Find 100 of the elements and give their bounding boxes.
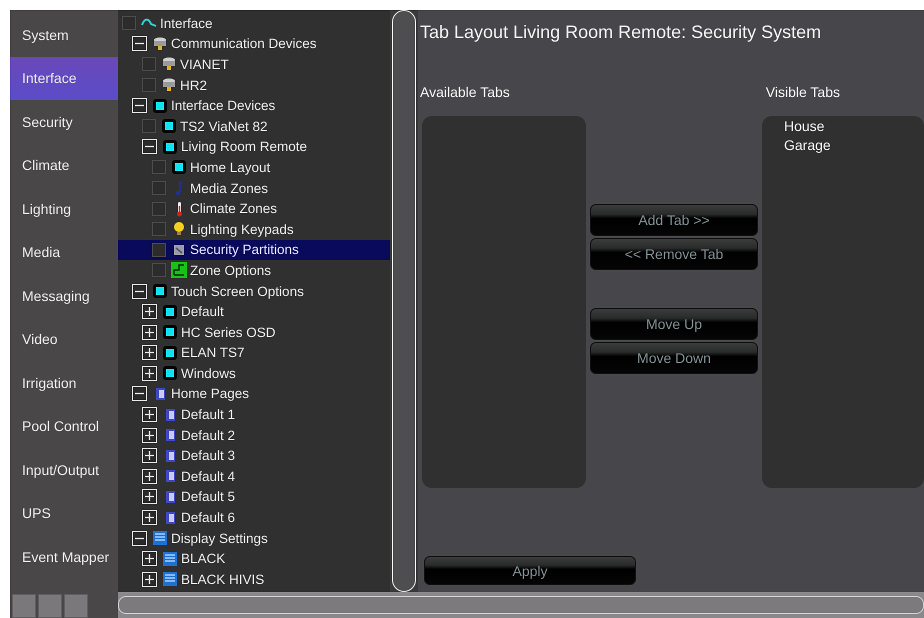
collapse-toggle[interactable] <box>132 36 147 52</box>
expand-toggle[interactable] <box>142 428 157 443</box>
screen-icon <box>162 138 178 155</box>
tree-item[interactable]: Lighting Keypads <box>118 218 390 240</box>
tree-item-label: Living Room Remote <box>181 139 308 154</box>
expand-toggle[interactable] <box>142 366 157 381</box>
sidebar-item[interactable]: Climate <box>10 144 118 187</box>
tree-item[interactable]: Touch Screen Options <box>118 280 390 302</box>
tree-item[interactable]: Home Layout <box>118 157 390 178</box>
expand-toggle[interactable] <box>142 551 157 566</box>
plus-icon <box>145 492 154 502</box>
sidebar-item[interactable]: Pool Control <box>10 404 118 448</box>
tree-item[interactable]: Security Partitions <box>118 240 390 260</box>
device-icon <box>152 36 168 52</box>
tree-item-label: Interface Devices <box>171 98 276 114</box>
tree-item[interactable]: Default 5 <box>118 486 390 508</box>
tree-item-label: TS2 ViaNet 82 <box>180 118 268 134</box>
sidebar-item[interactable]: Media <box>10 230 118 274</box>
expand-toggle[interactable] <box>142 510 157 526</box>
tree-checkbox[interactable] <box>152 181 166 196</box>
tree-item[interactable]: HR2 <box>118 74 390 96</box>
tree-item[interactable]: Home Pages <box>118 384 390 404</box>
tree-item-label: BLACK <box>181 551 226 566</box>
tree-checkbox[interactable] <box>152 160 166 174</box>
tree-item[interactable]: Communication Devices <box>118 34 390 54</box>
tree-item[interactable]: Default 2 <box>118 424 390 446</box>
tree-item[interactable]: Display Settings <box>118 528 390 548</box>
tree-item[interactable]: TS2 ViaNet 82 <box>118 116 390 137</box>
screen-icon <box>162 344 178 361</box>
expand-toggle[interactable] <box>142 324 157 340</box>
tree-checkbox[interactable] <box>152 202 166 216</box>
tree-item[interactable]: Default 3 <box>118 445 390 466</box>
screen-icon <box>152 98 168 114</box>
tree-item[interactable]: Interface Devices <box>118 95 390 116</box>
bulb-icon <box>171 221 187 238</box>
visible-tab-item[interactable]: Garage <box>784 137 924 153</box>
sidebar-item[interactable]: Input/Output <box>10 448 118 492</box>
tree-item[interactable]: Media Zones <box>118 178 390 198</box>
sidebar-item[interactable]: Security <box>10 100 118 144</box>
tree-item[interactable]: Default 4 <box>118 466 390 487</box>
display-icon <box>162 571 178 588</box>
tree-item-label: HR2 <box>180 78 208 93</box>
tree-item-label: Media Zones <box>190 180 268 196</box>
tree-item-label: Default 5 <box>181 489 236 504</box>
collapse-toggle[interactable] <box>132 386 147 402</box>
sidebar-item[interactable]: Video <box>10 318 118 361</box>
tree-checkbox[interactable] <box>142 57 156 72</box>
tree-item[interactable]: Living Room Remote <box>118 136 390 158</box>
sidebar-item[interactable]: UPS <box>10 492 118 535</box>
vertical-scrollbar[interactable] <box>392 10 416 592</box>
tree-item[interactable]: BLACK <box>118 548 390 570</box>
display-icon <box>152 530 168 546</box>
collapse-toggle[interactable] <box>142 139 157 154</box>
sidebar-item[interactable]: Irrigation <box>10 361 118 404</box>
collapse-toggle[interactable] <box>132 530 147 546</box>
sidebar-item[interactable]: Interface <box>10 56 118 100</box>
plus-icon <box>145 368 154 378</box>
tree-item[interactable]: Zone Options <box>118 260 390 281</box>
zone-icon <box>171 262 187 278</box>
expand-toggle[interactable] <box>142 407 157 422</box>
expand-toggle[interactable] <box>142 345 157 360</box>
tree-item[interactable]: Default <box>118 301 390 322</box>
tree-checkbox[interactable] <box>152 242 166 257</box>
collapse-toggle[interactable] <box>132 98 147 114</box>
sidebar-item[interactable]: Event Mapper <box>10 535 118 578</box>
expand-toggle[interactable] <box>142 304 157 320</box>
expand-toggle[interactable] <box>142 468 157 484</box>
sidebar-item[interactable]: System <box>10 13 118 56</box>
expand-toggle[interactable] <box>142 448 157 464</box>
tree-item[interactable]: Climate Zones <box>118 198 390 219</box>
tree-item[interactable]: Default 1 <box>118 404 390 425</box>
screen-icon <box>162 365 178 382</box>
screen-icon <box>171 159 187 176</box>
sidebar-item[interactable]: Messaging <box>10 274 118 318</box>
plus-icon <box>145 328 154 337</box>
tree-checkbox[interactable] <box>142 119 156 134</box>
tree-checkbox[interactable] <box>152 222 166 236</box>
panel-title: Tab Layout Living Room Remote: Security System <box>420 22 822 44</box>
tree-item[interactable]: Interface <box>118 13 390 34</box>
collapse-toggle[interactable] <box>132 284 147 299</box>
plus-icon <box>145 410 154 420</box>
tree-item-label: Home Layout <box>190 160 270 175</box>
plus-icon <box>145 554 154 564</box>
tree-item-label: Default 3 <box>181 448 236 464</box>
expand-toggle[interactable] <box>142 489 157 504</box>
tree-item[interactable]: ELAN TS7 <box>118 342 390 364</box>
tree-item[interactable]: Windows <box>118 363 390 384</box>
horizontal-scrollbar[interactable] <box>118 596 924 614</box>
sidebar-item[interactable]: Lighting <box>10 187 118 230</box>
tree-item[interactable]: Default 6 <box>118 507 390 528</box>
tree-checkbox[interactable] <box>122 16 136 30</box>
visible-tabs-list[interactable]: House Garage <box>762 116 924 488</box>
tree-checkbox[interactable] <box>152 263 166 278</box>
tree-checkbox[interactable] <box>142 78 156 92</box>
tree-item[interactable]: HC Series OSD <box>118 322 390 342</box>
tree-item[interactable]: BLACK HIVIS <box>118 569 390 590</box>
expand-toggle[interactable] <box>142 572 157 587</box>
tree-item[interactable]: VIANET <box>118 54 390 75</box>
visible-tab-item[interactable]: House <box>784 118 924 134</box>
tree-item-label: Communication Devices <box>171 36 317 52</box>
